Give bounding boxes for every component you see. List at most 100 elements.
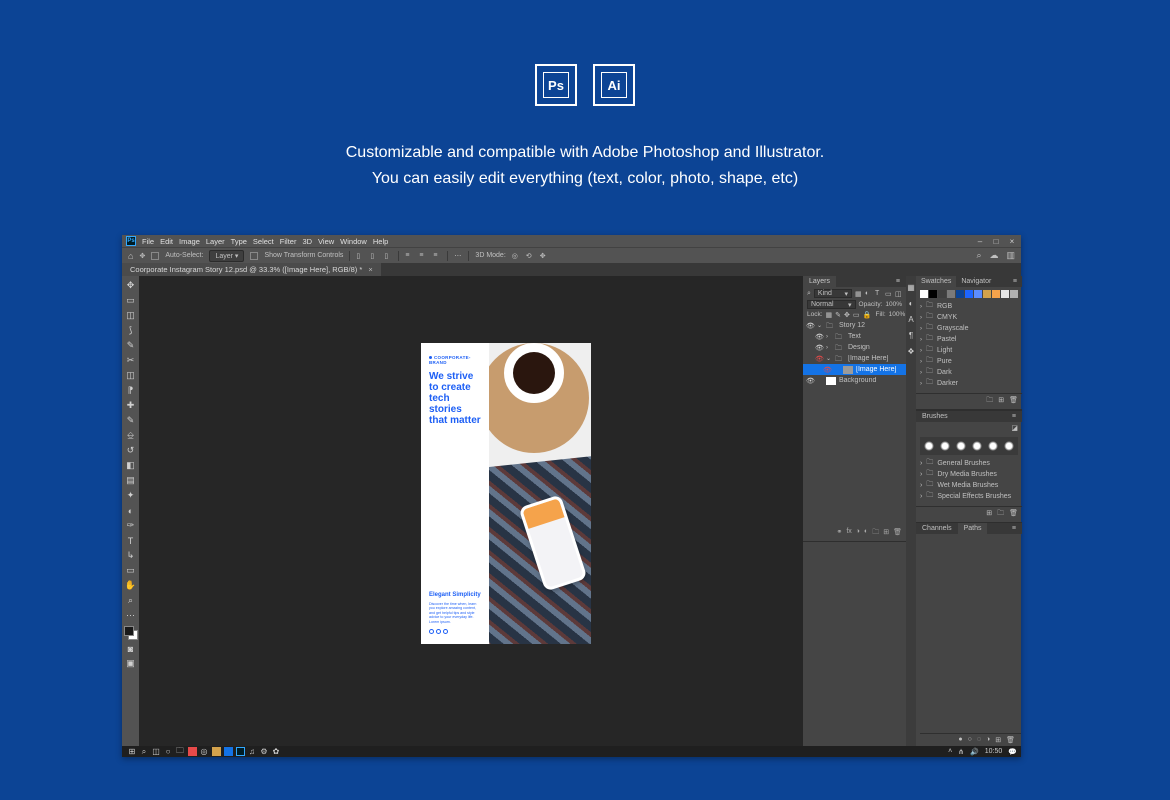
menu-item[interactable]: Image [179, 237, 200, 246]
chevron-right-icon[interactable]: › [920, 304, 922, 310]
menu-item[interactable]: Edit [160, 237, 173, 246]
brushes-tab[interactable]: Brushes [916, 411, 954, 422]
swatch-groups[interactable]: ›🗀RGB›🗀CMYK›🗀Grayscale›🗀Pastel›🗀Light›🗀P… [916, 301, 1022, 393]
distribute-icon[interactable]: ⋯ [454, 252, 462, 260]
chevron-right-icon[interactable]: › [920, 482, 922, 489]
chevron-icon[interactable]: › [826, 334, 832, 340]
layer-row[interactable]: 👁›🗀Design [803, 342, 906, 353]
chevron-icon[interactable]: ⌄ [826, 355, 832, 362]
swatch[interactable] [929, 290, 937, 298]
workspace-icon[interactable]: ▥ [1006, 250, 1015, 261]
menu-item[interactable]: Help [373, 237, 388, 246]
layer-row[interactable]: 👁[Image Here] [803, 364, 906, 375]
swatch[interactable] [965, 290, 973, 298]
zoom-tool-icon[interactable]: ⌕ [124, 594, 137, 607]
swatch-group[interactable]: ›🗀CMYK [920, 312, 1018, 323]
visibility-icon[interactable]: 👁 [815, 355, 823, 363]
shape-tool-icon[interactable]: ▭ [124, 564, 137, 577]
show-transform-checkbox[interactable] [250, 252, 258, 260]
brush-tool-icon[interactable]: ✎ [124, 414, 137, 427]
layer-mask-icon[interactable]: ◑ [856, 528, 860, 539]
swatch[interactable] [1010, 290, 1018, 298]
character-icon[interactable]: A [906, 314, 916, 324]
swatch[interactable] [947, 290, 955, 298]
marquee-tool-icon[interactable]: ◫ [124, 309, 137, 322]
history-brush-tool-icon[interactable]: ↺ [124, 444, 137, 457]
chevron-icon[interactable]: › [826, 345, 832, 351]
artboard-tool-icon[interactable]: ▭ [124, 294, 137, 307]
auto-select-checkbox[interactable] [151, 252, 159, 260]
libraries-icon[interactable]: ❖ [906, 346, 916, 356]
layer-filter-dropdown[interactable]: Kind▾ [814, 289, 852, 298]
filter-pixel-icon[interactable]: ▦ [855, 290, 862, 297]
layers-tab[interactable]: Layers [803, 276, 836, 287]
opacity-value[interactable]: 100% [885, 301, 902, 308]
chevron-right-icon[interactable]: › [920, 326, 922, 332]
layer-row[interactable]: 👁Background [803, 375, 906, 386]
adjustments-icon[interactable]: ◐ [906, 298, 916, 308]
panel-menu-icon[interactable]: ≡ [1006, 411, 1022, 422]
swatch-grid[interactable] [916, 287, 1022, 301]
home-icon[interactable]: ⌂ [128, 251, 133, 261]
app-icon[interactable]: ✿ [270, 747, 282, 756]
swatch[interactable] [974, 290, 982, 298]
healing-tool-icon[interactable]: ✚ [124, 399, 137, 412]
swatch-group[interactable]: ›🗀Light [920, 345, 1018, 356]
menu-item[interactable]: File [142, 237, 154, 246]
stroke-path-icon[interactable]: ○ [968, 736, 972, 744]
align-icon[interactable]: ≡ [405, 252, 413, 260]
mode3d-icon[interactable]: ◎ [512, 252, 520, 260]
layer-row[interactable]: 👁⌄🗀[Image Here] [803, 353, 906, 364]
chevron-right-icon[interactable]: › [920, 471, 922, 478]
lock-icon[interactable]: ✥ [844, 311, 850, 318]
app-icon[interactable] [186, 747, 198, 756]
minimize-icon[interactable]: – [975, 236, 985, 246]
search-icon[interactable]: ⌕ [138, 747, 150, 757]
app-icon[interactable]: Ps [126, 236, 136, 246]
move-tool-icon[interactable]: ✥ [124, 279, 137, 292]
brush-groups[interactable]: ›🗀General Brushes›🗀Dry Media Brushes›🗀We… [916, 458, 1022, 506]
document-tab[interactable]: Coorporate Instagram Story 12.psd @ 33.3… [122, 263, 381, 276]
swatch-group[interactable]: ›🗀Dark [920, 367, 1018, 378]
type-tool-icon[interactable]: T [124, 534, 137, 547]
navigator-tab[interactable]: Navigator [956, 276, 996, 287]
new-group-icon[interactable]: 🗀 [986, 396, 993, 407]
chevron-right-icon[interactable]: › [920, 348, 922, 354]
close-icon[interactable]: × [368, 265, 372, 274]
menu-item[interactable]: 3D [302, 237, 312, 246]
delete-layer-icon[interactable]: 🗑 [893, 528, 902, 539]
path-tool-icon[interactable]: ↳ [124, 549, 137, 562]
brush-group[interactable]: ›🗀Dry Media Brushes [920, 469, 1018, 480]
edit-toolbar-icon[interactable]: ⋯ [124, 609, 137, 622]
new-brush-icon[interactable]: ⊞ [986, 509, 992, 520]
layer-style-icon[interactable]: fx [846, 528, 851, 539]
eyedropper-tool-icon[interactable]: ⁋ [124, 384, 137, 397]
cortana-icon[interactable]: ○ [162, 747, 174, 756]
paragraph-icon[interactable]: ¶ [906, 330, 916, 340]
chevron-icon[interactable]: ⌄ [817, 322, 823, 329]
clock[interactable]: 10:50 [985, 748, 1003, 755]
chevron-right-icon[interactable]: › [920, 381, 922, 387]
visibility-icon[interactable]: 👁 [806, 322, 814, 330]
notifications-icon[interactable]: 💬 [1008, 748, 1017, 756]
mode3d-icon[interactable]: ⟲ [526, 252, 534, 260]
new-layer-icon[interactable]: ⊞ [883, 528, 889, 539]
search-icon[interactable]: ⌕ [807, 290, 811, 298]
chevron-right-icon[interactable]: › [920, 315, 922, 321]
color-panel-icon[interactable]: ▦ [906, 282, 916, 292]
tray-chevron-icon[interactable]: ˄ [948, 748, 952, 755]
folder-icon[interactable]: 🗀 [174, 745, 186, 759]
panel-menu-icon[interactable]: ≡ [1006, 523, 1022, 534]
menu-item[interactable]: Type [231, 237, 247, 246]
lock-icon[interactable]: ✎ [835, 311, 841, 318]
swatch-group[interactable]: ›🗀Pure [920, 356, 1018, 367]
menu-item[interactable]: Window [340, 237, 367, 246]
swatch[interactable] [938, 290, 946, 298]
mode3d-icon[interactable]: ✥ [540, 252, 548, 260]
swatch-group[interactable]: ›🗀RGB [920, 301, 1018, 312]
wifi-icon[interactable]: ⋔ [958, 748, 964, 756]
clone-tool-icon[interactable]: ⎒ [124, 429, 137, 442]
new-path-icon[interactable]: ⊞ [995, 736, 1001, 744]
pen-tool-icon[interactable]: ✑ [124, 519, 137, 532]
delete-icon[interactable]: 🗑 [1009, 509, 1018, 520]
